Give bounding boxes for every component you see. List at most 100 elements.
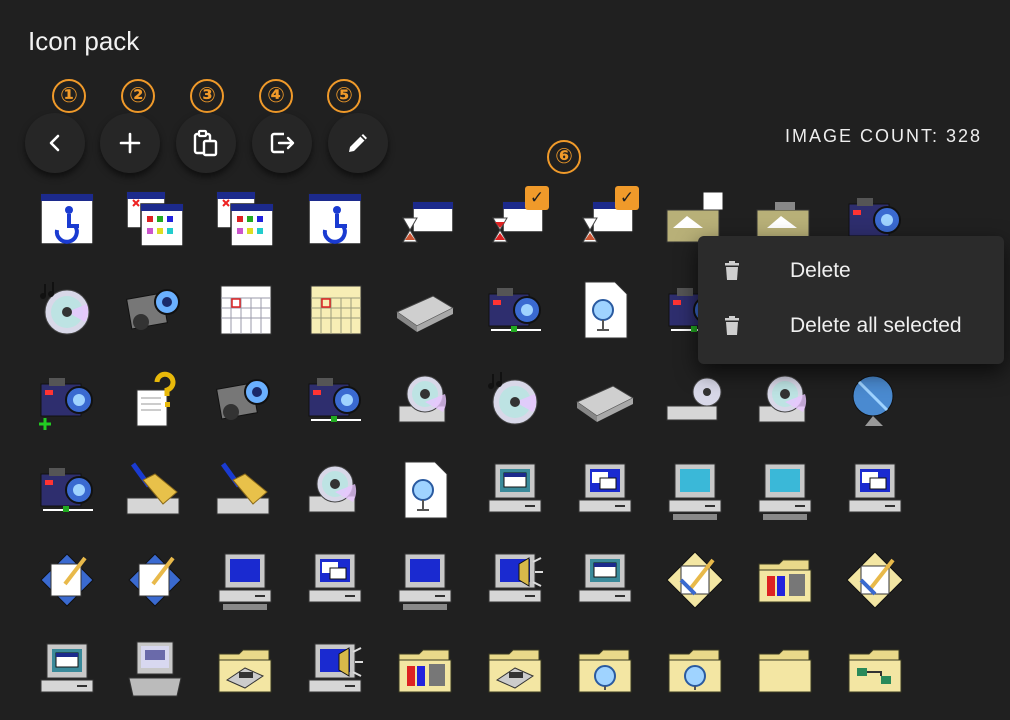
icon-tile[interactable]	[573, 548, 637, 612]
icon-tile[interactable]	[303, 458, 367, 522]
selected-check-icon: ✓	[615, 186, 639, 210]
video-camera-icon	[216, 379, 270, 420]
export-icon	[270, 132, 295, 154]
icon-tile[interactable]	[303, 638, 367, 702]
menu-item-label: Delete all selected	[790, 314, 962, 337]
accessibility-window-icon	[308, 193, 362, 245]
icon-tile[interactable]	[843, 368, 907, 432]
icon-tile[interactable]	[123, 278, 187, 342]
icon-tile[interactable]	[573, 458, 637, 522]
icon-tile[interactable]: ✓	[483, 186, 549, 252]
icon-tile[interactable]	[303, 368, 367, 432]
icon-tile[interactable]	[753, 458, 817, 522]
icon-tile[interactable]	[393, 548, 457, 612]
folder-icon	[758, 649, 812, 693]
folder-network-icon	[848, 649, 902, 693]
folder-scanner-icon	[218, 649, 272, 693]
icon-tile[interactable]	[573, 368, 637, 432]
icon-tile[interactable]	[213, 278, 277, 342]
icon-tile[interactable]	[123, 368, 187, 432]
icon-tile[interactable]	[213, 638, 277, 702]
marker-1: ①	[52, 79, 86, 113]
hourglass-window-icon	[402, 201, 454, 243]
icon-tile[interactable]	[483, 638, 547, 702]
folder-globe-icon	[578, 649, 632, 693]
computer-blue-icon	[218, 553, 272, 610]
computer-window-icon	[40, 643, 94, 693]
icon-tile[interactable]	[303, 188, 367, 252]
menu-item-delete-all-selected[interactable]: Delete all selected	[698, 300, 1004, 354]
icon-tile[interactable]	[843, 458, 907, 522]
icon-tile[interactable]	[213, 368, 277, 432]
trash-icon	[725, 261, 739, 280]
icon-tile[interactable]	[393, 188, 457, 252]
video-camera-icon	[126, 289, 180, 330]
drive-broom-icon	[216, 462, 270, 515]
icon-tile[interactable]	[843, 548, 907, 612]
icon-tile[interactable]	[35, 458, 99, 522]
back-button[interactable]	[25, 113, 85, 173]
icon-tile[interactable]	[483, 548, 547, 612]
program-group-windows-icon	[216, 191, 274, 247]
icon-tile[interactable]	[573, 638, 637, 702]
icon-tile[interactable]	[393, 368, 457, 432]
marker-4: ④	[259, 79, 293, 113]
icon-tile[interactable]	[753, 638, 817, 702]
icon-tile[interactable]	[663, 548, 727, 612]
trash-icon	[725, 316, 739, 335]
program-group-windows-icon	[126, 191, 184, 247]
icon-tile[interactable]	[483, 368, 547, 432]
monitor-windows-icon	[578, 463, 632, 513]
icon-tile[interactable]: ✓	[573, 186, 639, 252]
folder-tools-icon	[398, 649, 452, 693]
icon-tile[interactable]	[393, 278, 457, 342]
painting-frame-icon	[846, 551, 904, 609]
cd-drive-icon	[758, 375, 807, 423]
computer-teal-icon	[668, 463, 722, 520]
cd-audio-icon	[488, 372, 538, 425]
menu-item-delete[interactable]: Delete	[698, 245, 1004, 299]
icon-tile[interactable]	[303, 278, 367, 342]
context-menu: Delete Delete all selected	[698, 236, 1004, 364]
icon-tile[interactable]	[753, 548, 817, 612]
camera-add-icon	[39, 378, 93, 430]
menu-item-label: Delete	[790, 259, 851, 282]
icon-tile[interactable]	[123, 188, 187, 252]
edit-button[interactable]	[328, 113, 388, 173]
add-button[interactable]	[100, 113, 160, 173]
icon-tile[interactable]	[663, 638, 727, 702]
icon-tile[interactable]	[123, 638, 187, 702]
icon-tile[interactable]	[35, 548, 99, 612]
icon-tile[interactable]	[843, 638, 907, 702]
icon-tile[interactable]	[573, 278, 637, 342]
icon-tile[interactable]	[753, 368, 817, 432]
export-button[interactable]	[252, 113, 312, 173]
icon-tile[interactable]	[663, 458, 727, 522]
icon-tile[interactable]	[213, 548, 277, 612]
folder-tools-icon	[758, 559, 812, 603]
icon-tile[interactable]	[213, 188, 277, 252]
icon-tile[interactable]	[123, 458, 187, 522]
icon-tile[interactable]	[35, 368, 99, 432]
icon-tile[interactable]	[393, 638, 457, 702]
icon-tile[interactable]	[35, 278, 99, 342]
selected-check-icon: ✓	[525, 186, 549, 210]
icon-tile[interactable]	[213, 458, 277, 522]
folder-globe-icon	[668, 649, 722, 693]
cd-drive-flat-icon	[666, 377, 722, 421]
icon-tile[interactable]	[35, 188, 99, 252]
camera-connected-icon	[40, 468, 93, 512]
icon-tile[interactable]	[303, 548, 367, 612]
cd-drive-icon	[308, 465, 357, 513]
paste-button[interactable]	[176, 113, 236, 173]
icon-tile[interactable]	[123, 548, 187, 612]
help-document-icon	[136, 371, 176, 427]
chevron-left-icon	[49, 134, 60, 152]
icon-tile[interactable]	[663, 368, 727, 432]
icon-tile[interactable]	[483, 458, 547, 522]
computer-window-icon	[488, 463, 542, 513]
cd-audio-icon	[40, 282, 90, 335]
icon-tile[interactable]	[483, 278, 547, 342]
icon-tile[interactable]	[35, 638, 99, 702]
icon-tile[interactable]	[393, 458, 457, 522]
